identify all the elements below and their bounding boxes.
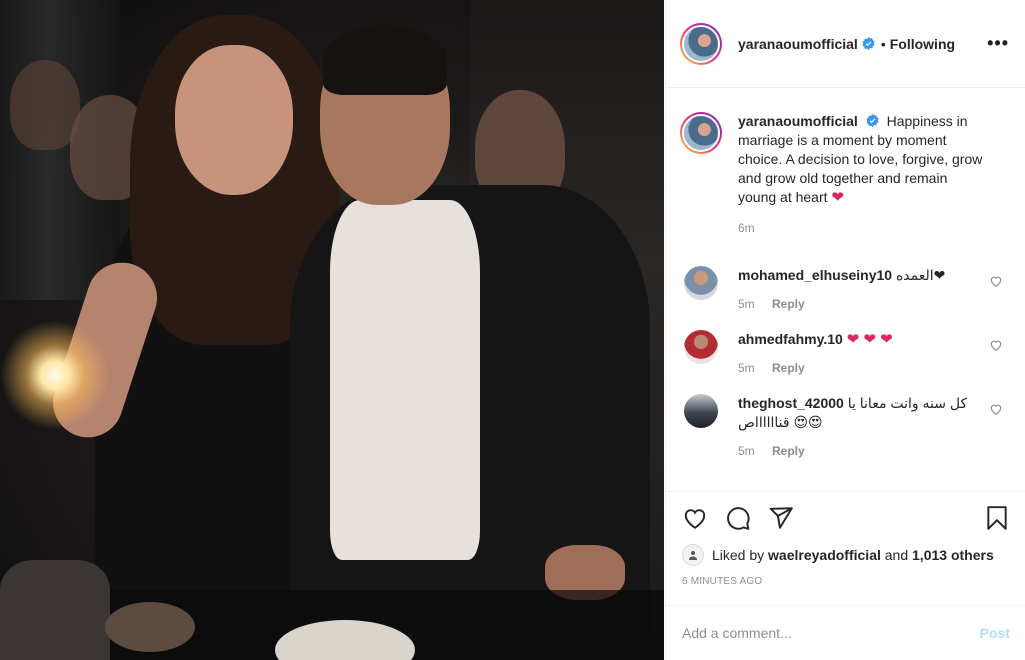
- heart-icon[interactable]: [989, 402, 1003, 416]
- verified-badge-icon: [866, 114, 879, 127]
- caption: yaranaoumofficial Happiness in marriage …: [680, 112, 1009, 238]
- comment-item: theghost_42000 كل سنه وانت معانا يا قناا…: [680, 394, 1009, 461]
- author-username[interactable]: yaranaoumofficial: [738, 36, 858, 52]
- user-icon: [689, 551, 697, 560]
- comment-time[interactable]: 5m: [738, 444, 755, 458]
- add-comment-bar: Post: [666, 605, 1025, 660]
- comments-list[interactable]: yaranaoumofficial Happiness in marriage …: [666, 88, 1025, 491]
- photo-man-shirt: [330, 200, 480, 560]
- post-button[interactable]: Post: [980, 625, 1010, 641]
- comment-time[interactable]: 5m: [738, 361, 755, 375]
- comment-item: mohamed_elhuseiny10 العمده❤ 5m Reply: [680, 266, 1009, 314]
- commenter-username[interactable]: mohamed_elhuseiny10: [738, 267, 892, 283]
- verified-badge-icon: [862, 37, 875, 50]
- comment-meta: 5m Reply: [738, 359, 968, 378]
- liker-username[interactable]: wael­reyadofficial: [768, 547, 881, 563]
- reply-button[interactable]: Reply: [772, 297, 805, 311]
- heart-icon[interactable]: [989, 274, 1003, 288]
- commenter-avatar[interactable]: [684, 330, 718, 364]
- photo-woman-face: [175, 45, 293, 195]
- reply-button[interactable]: Reply: [772, 361, 805, 375]
- liked-by-prefix: Liked by: [712, 547, 765, 563]
- comment-icon[interactable]: [725, 505, 751, 531]
- comment-text: ❤ ❤ ❤: [846, 331, 893, 348]
- more-options-icon[interactable]: •••: [987, 33, 1009, 54]
- photo-coaster: [105, 602, 195, 652]
- heart-emoji: ❤: [831, 189, 844, 206]
- share-icon[interactable]: [768, 505, 794, 531]
- photo-cake: [0, 560, 110, 660]
- commenter-username[interactable]: theghost_42000: [738, 395, 844, 411]
- bookmark-icon[interactable]: [984, 505, 1010, 531]
- caption-time[interactable]: 6m: [738, 219, 986, 238]
- liker-avatar[interactable]: [682, 544, 704, 566]
- likes-count[interactable]: 1,013 others: [912, 547, 994, 563]
- liked-by-joiner: and: [884, 547, 909, 563]
- commenter-username[interactable]: ahmedfahmy.10: [738, 331, 843, 347]
- action-icons: [682, 504, 1010, 532]
- post-header: yaranaoumofficial • Following •••: [666, 0, 1025, 88]
- separator-dot: •: [880, 35, 886, 52]
- comment-item: ahmedfahmy.10 ❤ ❤ ❤ 5m Reply: [680, 330, 1009, 378]
- photo-sparkler: [0, 320, 110, 430]
- comment-meta: 5m Reply: [738, 442, 968, 461]
- post-photo[interactable]: [0, 0, 664, 660]
- reply-button[interactable]: Reply: [772, 444, 805, 458]
- following-button[interactable]: Following: [890, 36, 955, 52]
- caption-avatar[interactable]: [680, 112, 722, 154]
- comment-input[interactable]: [682, 625, 980, 641]
- action-bar: Liked by wael­reyadofficial and 1,013 ot…: [666, 491, 1025, 587]
- like-heart-icon[interactable]: [682, 505, 708, 531]
- author-line: yaranaoumofficial • Following: [738, 36, 987, 52]
- post-side-panel: yaranaoumofficial • Following ••• yarana…: [665, 0, 1025, 660]
- commenter-avatar[interactable]: [684, 394, 718, 428]
- post-timestamp[interactable]: 6 MINUTES AGO: [682, 576, 1010, 587]
- comment-time[interactable]: 5m: [738, 297, 755, 311]
- heart-icon[interactable]: [989, 338, 1003, 352]
- comment-text: العمده❤: [895, 267, 946, 283]
- photo-man-hair: [323, 25, 447, 95]
- author-avatar[interactable]: [680, 22, 722, 65]
- comment-meta: 5m Reply: [738, 295, 968, 314]
- caption-username[interactable]: yaranaoumofficial: [738, 113, 858, 129]
- commenter-avatar[interactable]: [684, 266, 718, 300]
- liked-by-line: Liked by wael­reyadofficial and 1,013 ot…: [682, 544, 1010, 566]
